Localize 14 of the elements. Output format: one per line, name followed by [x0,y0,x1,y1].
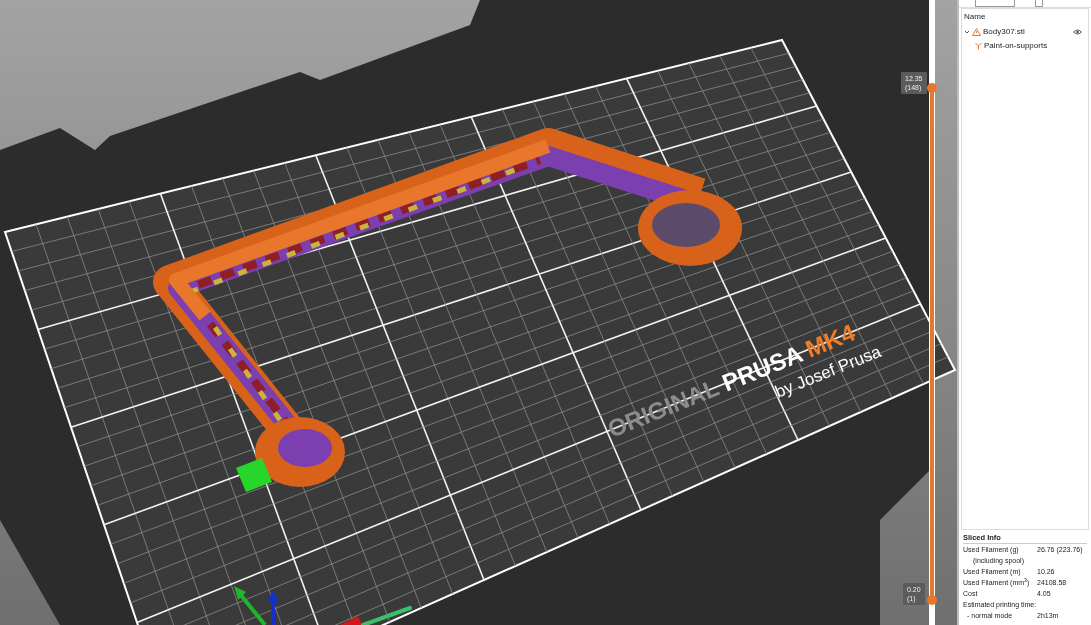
eye-icon[interactable] [1073,29,1082,35]
x-axis-arrow [340,606,412,625]
checkbox[interactable] [1035,0,1043,7]
column-header: Name [963,11,987,23]
object-name[interactable]: Body307.stl [983,26,1071,38]
y-axis-arrow [234,586,267,625]
slider-thumb[interactable] [927,595,937,605]
z-axis-arrow [267,590,279,625]
object-part-name[interactable]: Paint-on-supports [984,40,1048,52]
input-field[interactable] [975,0,1015,7]
layer-slider[interactable] [929,0,935,625]
support-icon [975,42,982,50]
slider-thumb[interactable] [927,82,937,93]
chevron-icon[interactable] [964,29,970,35]
